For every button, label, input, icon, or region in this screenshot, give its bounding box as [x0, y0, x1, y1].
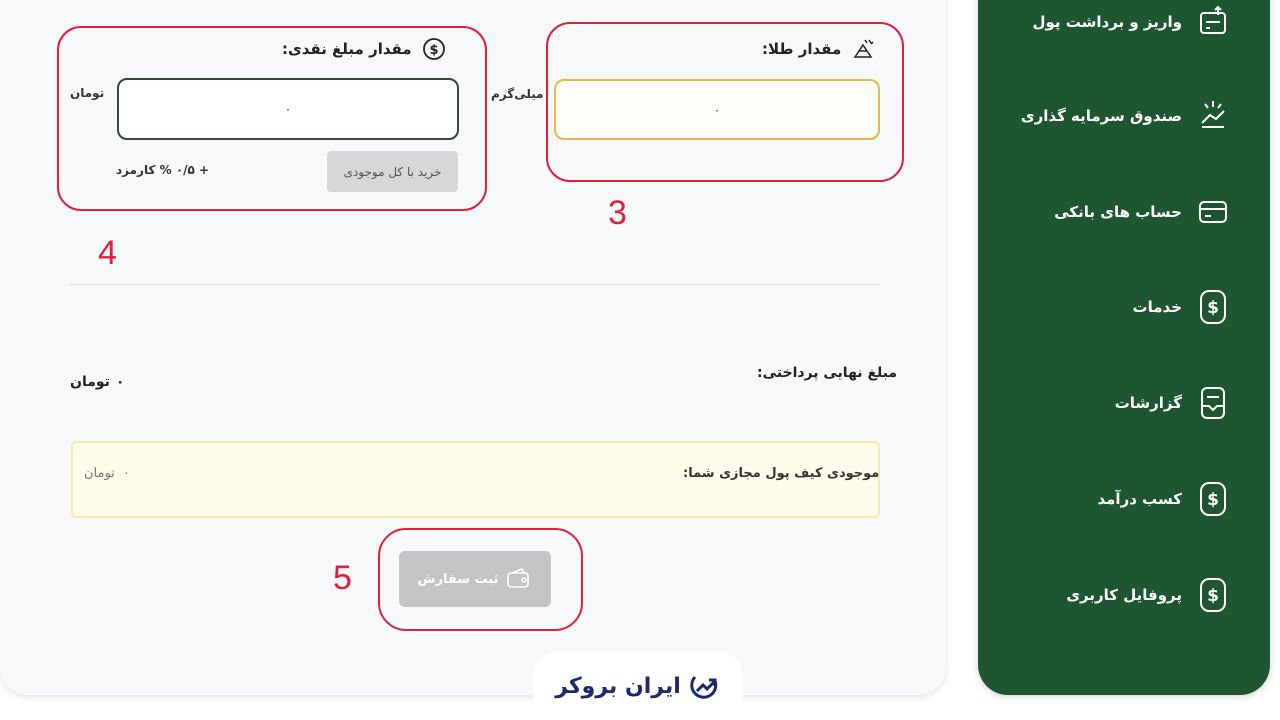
final-payment-unit: تومان — [70, 374, 110, 390]
sidebar-item-label: گزارشات — [1114, 394, 1182, 412]
final-payment-amount: ۰ تومان — [70, 374, 124, 390]
gold-unit: میلی‌گرم — [491, 87, 544, 101]
sidebar-item-label: واریز و برداشت پول — [1032, 13, 1182, 31]
wallet-balance-unit: تومان — [84, 466, 115, 481]
wallet-balance-amount: ۰ تومان — [84, 466, 130, 481]
sidebar-item-label: کسب درآمد — [1097, 490, 1182, 508]
wallet-balance-label: موجودی کیف پول مجازی شما: — [683, 466, 880, 481]
final-payment-label: مبلغ نهایی پرداختی: — [757, 365, 898, 381]
sidebar-item-services[interactable]: $ خدمات — [1133, 288, 1230, 326]
svg-text:$: $ — [1207, 490, 1219, 510]
sidebar-item-deposit-withdraw[interactable]: واریز و برداشت پول — [1032, 3, 1230, 41]
wallet-balance-value: ۰ — [122, 466, 130, 481]
section-divider — [70, 284, 880, 285]
annotation-number-3: 3 — [608, 194, 627, 232]
sidebar-item-reports[interactable]: گزارشات — [1115, 384, 1230, 422]
dollar-icon: $ — [1196, 576, 1230, 614]
sidebar-item-investment-fund[interactable]: صندوق سرمایه گذاری — [1021, 97, 1230, 135]
annotation-number-4: 4 — [98, 234, 117, 272]
sidebar-item-label: صندوق سرمایه گذاری — [1020, 107, 1182, 125]
investment-fund-icon — [1196, 97, 1230, 135]
dollar-icon: $ — [1196, 480, 1230, 518]
annotation-box-4 — [57, 26, 487, 211]
svg-text:$: $ — [1207, 298, 1219, 318]
wallet-transfer-icon — [1196, 3, 1230, 41]
annotation-box-5 — [378, 528, 583, 631]
sidebar-item-label: پروفایل کاربری — [1066, 586, 1182, 604]
dollar-icon: $ — [1196, 288, 1230, 326]
svg-text:$: $ — [1207, 586, 1219, 606]
final-payment-value: ۰ — [115, 374, 125, 390]
brand-logo: ایران بروکر — [533, 652, 743, 720]
sidebar-item-label: حساب های بانکی — [1054, 203, 1182, 221]
annotation-box-3 — [546, 22, 904, 182]
sidebar-item-user-profile[interactable]: $ پروفایل کاربری — [1066, 576, 1230, 614]
sidebar-item-earn-income[interactable]: $ کسب درآمد — [1097, 480, 1230, 518]
sidebar-item-label: خدمات — [1132, 298, 1182, 316]
growth-chart-icon — [689, 671, 721, 701]
annotation-number-5: 5 — [333, 559, 352, 597]
bank-card-icon — [1196, 193, 1230, 231]
brand-logo-text: ایران بروکر — [555, 673, 681, 699]
sidebar-item-bank-accounts[interactable]: حساب های بانکی — [1054, 193, 1230, 231]
sidebar: واریز و برداشت پول صندوق سرمایه گذاری حس… — [978, 0, 1270, 695]
report-icon — [1196, 384, 1230, 422]
